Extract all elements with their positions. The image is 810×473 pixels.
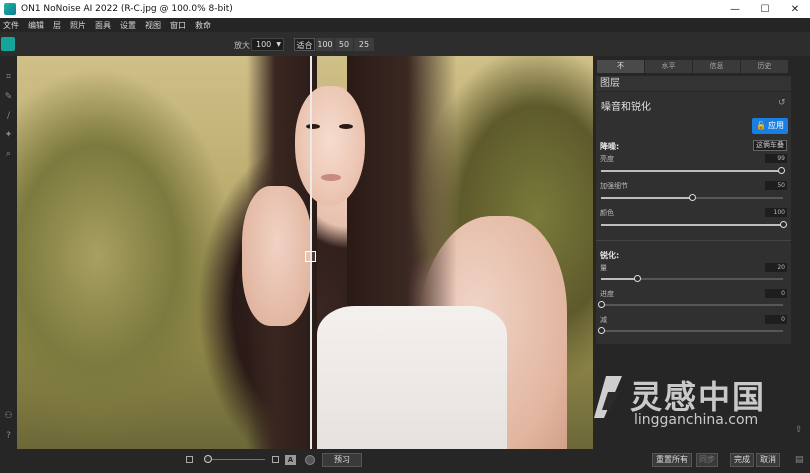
color-slider[interactable] bbox=[601, 221, 787, 228]
menu-mask[interactable]: 面具 bbox=[95, 20, 111, 31]
reduce-slider[interactable] bbox=[598, 327, 783, 334]
detail-slider-knob[interactable] bbox=[689, 194, 696, 201]
person-icon[interactable]: ⚇ bbox=[3, 411, 14, 422]
zoom-select[interactable]: 100 ▼ bbox=[251, 38, 284, 51]
maximize-button[interactable]: ☐ bbox=[750, 0, 780, 18]
panel-icon[interactable]: ▤ bbox=[795, 455, 804, 465]
minimize-button[interactable]: — bbox=[720, 0, 750, 18]
sync-button[interactable]: 同步 bbox=[696, 453, 718, 467]
reset-icon[interactable]: ↺ bbox=[778, 98, 786, 108]
zoom-25-button[interactable]: 25 bbox=[354, 38, 374, 51]
photo-eye-left bbox=[306, 124, 320, 129]
reduce-slider-knob[interactable] bbox=[598, 327, 605, 334]
color-slider-fill bbox=[601, 224, 783, 226]
unlock-icon: 🔓 bbox=[756, 121, 766, 130]
tab-info[interactable]: 信息 bbox=[693, 60, 740, 73]
retouch-icon[interactable]: ✦ bbox=[3, 130, 14, 141]
thumb-size-slider[interactable] bbox=[205, 459, 265, 460]
sharpen-title: 锐化: bbox=[600, 251, 620, 260]
menu-help[interactable]: 救命 bbox=[195, 20, 211, 31]
section-divider bbox=[596, 240, 791, 241]
luminance-slider-fill bbox=[601, 170, 782, 172]
progress-slider-knob[interactable] bbox=[598, 301, 605, 308]
slider-label-luminance: 亮度 bbox=[600, 155, 614, 163]
slider-label-amount: 量 bbox=[600, 264, 607, 272]
top-toolbar bbox=[0, 32, 810, 56]
panel-tabs: 不 水平 信息 历史 bbox=[597, 60, 789, 73]
photo-hand bbox=[242, 186, 312, 326]
eraser-icon[interactable]: ∕ bbox=[3, 111, 14, 122]
watermark-logo-icon bbox=[594, 376, 622, 418]
slider-label-progress: 进度 bbox=[600, 290, 614, 298]
photo-canvas[interactable] bbox=[17, 56, 593, 449]
zoom-value: 100 bbox=[256, 40, 272, 49]
detail-slider[interactable] bbox=[601, 194, 783, 201]
brush-icon[interactable]: ✎ bbox=[3, 92, 14, 103]
photo-lips bbox=[321, 174, 341, 181]
slider-value-reduce[interactable]: 0 bbox=[765, 315, 787, 324]
title-bar: ON1 NoNoise AI 2022 (R-C.jpg @ 100.0% 8-… bbox=[0, 0, 810, 18]
cancel-button[interactable]: 取消 bbox=[756, 453, 780, 467]
amount-slider-fill bbox=[601, 278, 638, 280]
preview-button[interactable]: 预习 bbox=[322, 453, 362, 467]
photo-face bbox=[295, 86, 365, 206]
photo-eye-right bbox=[339, 124, 353, 129]
large-thumb-icon[interactable] bbox=[272, 456, 279, 463]
slider-value-progress[interactable]: 0 bbox=[765, 289, 787, 298]
section-title: 噪音和锐化 bbox=[601, 102, 651, 113]
menu-layer[interactable]: 层 bbox=[53, 20, 61, 31]
menu-bar: 文件 编辑 层 照片 面具 设置 视图 窗口 救命 bbox=[0, 18, 810, 32]
layers-header[interactable]: 图层 bbox=[596, 76, 791, 91]
compare-a-button[interactable]: A bbox=[285, 455, 296, 465]
left-tool-strip: ⌗ ✎ ∕ ✦ ⌕ ⚇ ? bbox=[0, 56, 17, 449]
zoom-50-button[interactable]: 50 bbox=[335, 38, 353, 51]
chevron-down-icon: ▼ bbox=[276, 41, 281, 48]
slider-label-color: 颜色 bbox=[600, 209, 614, 217]
apply-button[interactable]: 🔓 应用 bbox=[752, 118, 788, 134]
denoise-title: 降噪: bbox=[600, 142, 620, 151]
nonoise-logo-icon bbox=[1, 37, 15, 51]
zoom-100-button[interactable]: 100 bbox=[316, 38, 334, 51]
watermark-url: lingganchina.com bbox=[634, 412, 759, 428]
slider-value-amount[interactable]: 20 bbox=[765, 263, 787, 272]
zoom-icon[interactable]: ⌕ bbox=[3, 149, 14, 160]
luminance-slider[interactable] bbox=[601, 167, 786, 174]
window-title: ON1 NoNoise AI 2022 (R-C.jpg @ 100.0% 8-… bbox=[21, 4, 233, 14]
tab-history[interactable]: 历史 bbox=[741, 60, 788, 73]
tab-none[interactable]: 不 bbox=[597, 60, 644, 73]
reset-all-button[interactable]: 重置所有 bbox=[652, 453, 692, 467]
crop-icon[interactable]: ⌗ bbox=[3, 72, 14, 83]
menu-edit[interactable]: 编辑 bbox=[28, 20, 44, 31]
tab-levels[interactable]: 水平 bbox=[645, 60, 692, 73]
photo-dress bbox=[317, 306, 507, 449]
done-button[interactable]: 完成 bbox=[730, 453, 754, 467]
thumb-size-knob[interactable] bbox=[204, 455, 212, 463]
window-controls: — ☐ ✕ bbox=[720, 0, 810, 18]
help-icon[interactable]: ? bbox=[3, 431, 14, 442]
amount-slider[interactable] bbox=[601, 275, 783, 282]
slider-label-reduce: 减 bbox=[600, 316, 607, 324]
slider-label-detail: 加强细节 bbox=[600, 182, 628, 190]
share-icon[interactable]: ⇪ bbox=[795, 425, 803, 435]
denoise-mode-button[interactable]: 这俩车叠 bbox=[753, 140, 787, 151]
slider-value-luminance[interactable]: 99 bbox=[765, 154, 787, 163]
color-slider-knob[interactable] bbox=[780, 221, 787, 228]
menu-settings[interactable]: 设置 bbox=[120, 20, 136, 31]
app-logo-icon bbox=[4, 3, 16, 15]
small-thumb-icon[interactable] bbox=[186, 456, 193, 463]
menu-window[interactable]: 窗口 bbox=[170, 20, 186, 31]
progress-slider[interactable] bbox=[598, 301, 783, 308]
detail-slider-fill bbox=[601, 197, 692, 199]
menu-photo[interactable]: 照片 bbox=[70, 20, 86, 31]
zoom-label: 放大 bbox=[234, 41, 250, 50]
slider-value-color[interactable]: 100 bbox=[765, 208, 787, 217]
split-preview-handle[interactable] bbox=[305, 251, 316, 262]
slider-value-detail[interactable]: 50 bbox=[765, 181, 787, 190]
mask-view-icon[interactable] bbox=[305, 455, 315, 465]
menu-file[interactable]: 文件 bbox=[3, 20, 19, 31]
zoom-fit-button[interactable]: 适合 bbox=[294, 38, 315, 51]
apply-label: 应用 bbox=[767, 121, 784, 130]
menu-view[interactable]: 视图 bbox=[145, 20, 161, 31]
close-button[interactable]: ✕ bbox=[780, 0, 810, 18]
